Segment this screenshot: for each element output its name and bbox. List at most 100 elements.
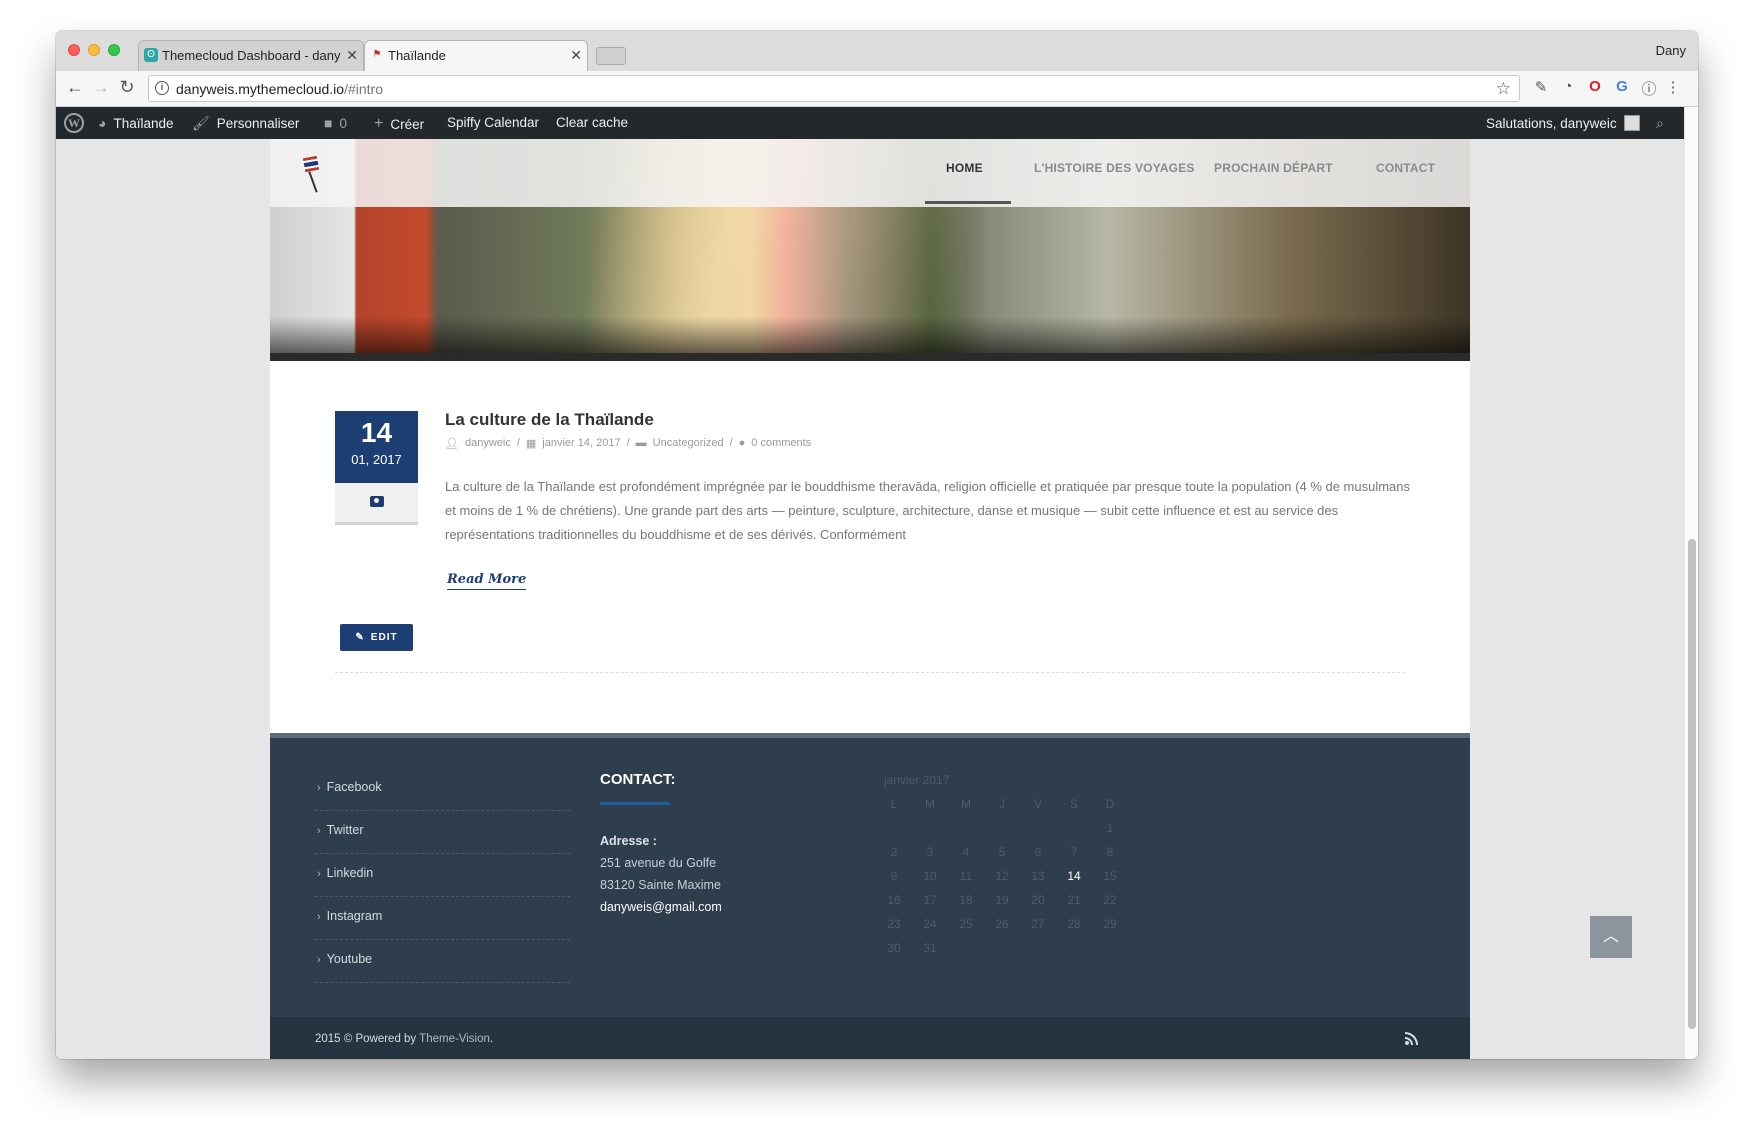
opera-extension-icon[interactable]: O: [1585, 78, 1605, 95]
calendar-day[interactable]: 5: [984, 840, 1020, 864]
calendar-day[interactable]: 3: [912, 840, 948, 864]
calendar-day[interactable]: 24: [912, 912, 948, 936]
admin-customize-label: Personnaliser: [216, 116, 300, 131]
translate-extension-icon[interactable]: G: [1612, 78, 1632, 95]
calendar-week: 1: [876, 816, 1128, 840]
forward-icon[interactable]: →: [90, 77, 112, 98]
reload-icon[interactable]: ↻: [116, 77, 138, 98]
calendar-week: 16 17 18 19 20 21 22: [876, 888, 1128, 912]
calendar-day[interactable]: 16: [876, 888, 912, 912]
social-link-instagram[interactable]: › Instagram: [315, 897, 570, 940]
meta-separator: /: [626, 437, 630, 449]
admin-create[interactable]: + Créer: [374, 115, 424, 133]
new-tab-button[interactable]: [596, 47, 626, 65]
calendar-day[interactable]: 28: [1056, 912, 1092, 936]
close-tab-icon[interactable]: ✕: [570, 47, 582, 64]
post-author[interactable]: danyweic: [465, 437, 511, 450]
admin-site-name[interactable]: ◕ Thaïlande: [98, 115, 174, 131]
profile-name[interactable]: Dany: [1656, 43, 1686, 58]
close-tab-icon[interactable]: ✕: [346, 47, 358, 64]
contact-email[interactable]: danyweis@gmail.com: [600, 896, 722, 918]
minimize-window-button[interactable]: [88, 44, 100, 56]
calendar-day[interactable]: 13: [1020, 864, 1056, 888]
calendar-day[interactable]: 7: [1056, 840, 1092, 864]
calendar-day[interactable]: 15: [1092, 864, 1128, 888]
calendar-day[interactable]: 11: [948, 864, 984, 888]
calendar-day[interactable]: 25: [948, 912, 984, 936]
calendar-day: [984, 936, 1020, 960]
calendar-day[interactable]: 1: [1092, 816, 1128, 840]
calendar-day[interactable]: 22: [1092, 888, 1128, 912]
browser-menu-icon[interactable]: ⋮: [1663, 78, 1683, 96]
site-logo[interactable]: [300, 147, 326, 193]
calendar-day[interactable]: 12: [984, 864, 1020, 888]
admin-account[interactable]: Salutations, danyweic: [1486, 115, 1640, 131]
rss-icon[interactable]: [1404, 1032, 1418, 1046]
calendar-day[interactable]: 6: [1020, 840, 1056, 864]
site-info-icon[interactable]: i: [155, 81, 169, 95]
calendar-day[interactable]: 17: [912, 888, 948, 912]
maximize-window-button[interactable]: [108, 44, 120, 56]
calendar-day[interactable]: 14: [1056, 864, 1092, 888]
social-link-twitter[interactable]: › Twitter: [315, 811, 570, 854]
main-navigation: HOME L'HISTOIRE DES VOYAGES PROCHAIN DÉP…: [270, 139, 1470, 207]
tab-thailande[interactable]: ⚑ Thaïlande ✕: [364, 40, 588, 71]
theme-vision-link[interactable]: Theme-Vision: [419, 1033, 490, 1045]
admin-customize[interactable]: 🖌 Personnaliser: [192, 115, 299, 132]
scrollbar-thumb[interactable]: [1688, 539, 1696, 1029]
chevron-right-icon: ›: [317, 911, 321, 923]
social-link-linkedin[interactable]: › Linkedin: [315, 854, 570, 897]
wordpress-admin-bar: W ◕ Thaïlande 🖌 Personnaliser ■ 0 + Crée…: [56, 107, 1684, 139]
post-month-year: 01, 2017: [351, 452, 402, 467]
nav-item-histoire[interactable]: L'HISTOIRE DES VOYAGES: [1034, 161, 1195, 175]
thailand-flag-icon: [302, 155, 320, 173]
calendar-weekday: V: [1033, 797, 1042, 811]
page-scrollbar[interactable]: [1684, 107, 1698, 1059]
copyright-prefix: 2015 © Powered by: [315, 1033, 420, 1045]
address-bar[interactable]: i danyweis.mythemecloud.io/#intro ☆: [148, 75, 1520, 102]
post-title[interactable]: La culture de la Thaïlande: [445, 410, 654, 430]
calendar-day[interactable]: 20: [1020, 888, 1056, 912]
tab-themecloud-dashboard[interactable]: ʘ Themecloud Dashboard - dany ✕: [138, 40, 364, 71]
calendar-day[interactable]: 31: [912, 936, 948, 960]
admin-clear-cache[interactable]: Clear cache: [556, 115, 628, 130]
calendar-day[interactable]: 29: [1092, 912, 1128, 936]
post-comments[interactable]: 0 comments: [751, 437, 811, 450]
post-date-text[interactable]: janvier 14, 2017: [542, 437, 620, 450]
social-link-facebook[interactable]: › Facebook: [315, 768, 570, 811]
eyedropper-extension-icon[interactable]: ✎: [1531, 78, 1551, 96]
back-icon[interactable]: ←: [64, 77, 86, 98]
nav-item-contact[interactable]: CONTACT: [1376, 161, 1435, 175]
edit-button[interactable]: ✎ EDIT: [340, 624, 413, 651]
admin-spiffy-calendar[interactable]: Spiffy Calendar: [447, 115, 539, 130]
bookmark-star-icon[interactable]: ☆: [1496, 79, 1511, 99]
onepassword-extension-icon[interactable]: ⓘ: [1639, 78, 1659, 99]
calendar-day[interactable]: 26: [984, 912, 1020, 936]
wordpress-icon[interactable]: W: [64, 113, 84, 133]
calendar-day[interactable]: 21: [1056, 888, 1092, 912]
calendar-day[interactable]: 30: [876, 936, 912, 960]
scroll-to-top-button[interactable]: ︿: [1590, 916, 1632, 958]
admin-comments[interactable]: ■ 0: [324, 115, 347, 131]
chevron-right-icon: ›: [317, 868, 321, 880]
social-link-youtube[interactable]: › Youtube: [315, 940, 570, 983]
calendar-day[interactable]: 19: [984, 888, 1020, 912]
calendar-day[interactable]: 18: [948, 888, 984, 912]
calendar-day[interactable]: 9: [876, 864, 912, 888]
calendar-day[interactable]: 2: [876, 840, 912, 864]
post-category[interactable]: Uncategorized: [653, 437, 724, 450]
nav-item-home[interactable]: HOME: [946, 161, 983, 175]
hero-bottom-bar: [270, 353, 1470, 361]
calendar-day[interactable]: 4: [948, 840, 984, 864]
close-window-button[interactable]: [68, 44, 80, 56]
calendar-day[interactable]: 23: [876, 912, 912, 936]
speed-extension-icon[interactable]: ◔: [1558, 78, 1578, 95]
nav-item-prochain-depart[interactable]: PROCHAIN DÉPART: [1214, 161, 1333, 175]
post-format-badge: [335, 483, 418, 525]
calendar-day[interactable]: 27: [1020, 912, 1056, 936]
calendar-day[interactable]: 10: [912, 864, 948, 888]
calendar-day: [1092, 936, 1128, 960]
calendar-day[interactable]: 8: [1092, 840, 1128, 864]
admin-search[interactable]: ⌕: [1656, 115, 1664, 132]
read-more-link[interactable]: Read More: [447, 572, 527, 590]
